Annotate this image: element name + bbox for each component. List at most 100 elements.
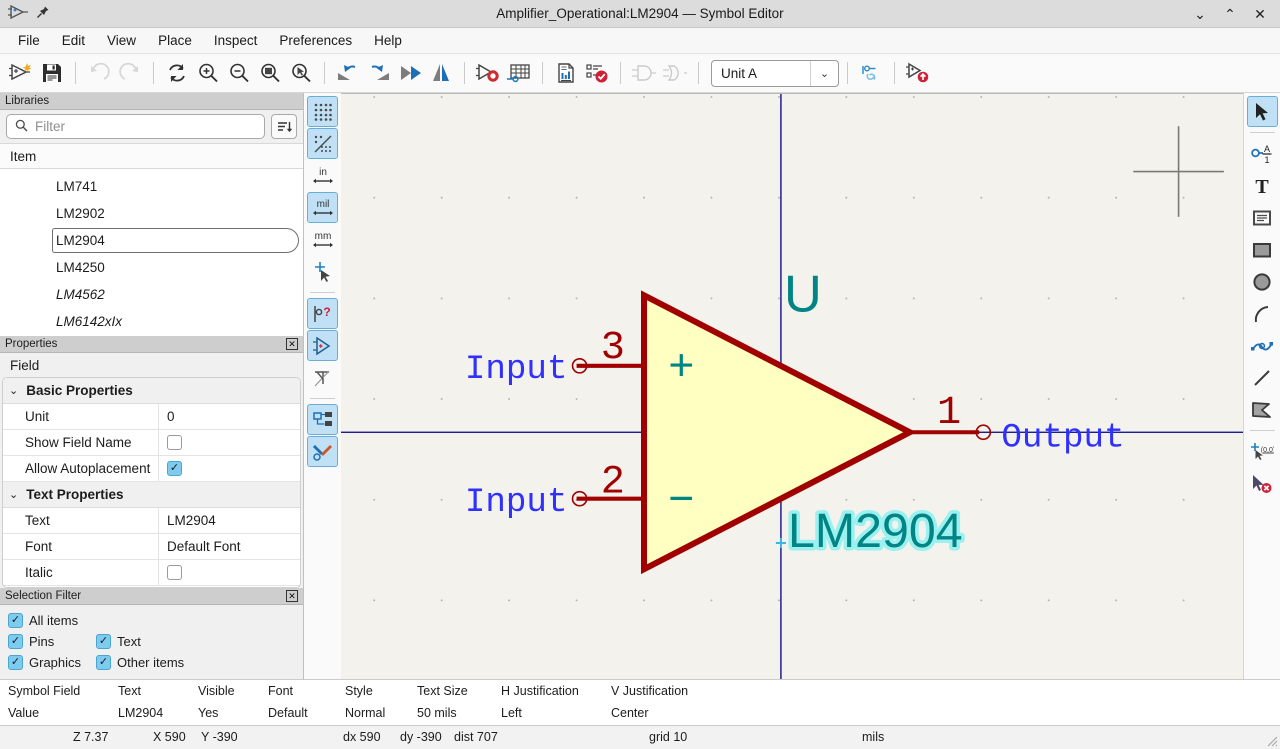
save-button[interactable] bbox=[37, 58, 67, 88]
check-symbol-button[interactable] bbox=[582, 58, 612, 88]
show-field-name-checkbox[interactable] bbox=[167, 435, 182, 450]
property-row-unit[interactable]: Unit 0 bbox=[3, 404, 300, 430]
grid-overrides-button[interactable] bbox=[307, 128, 338, 159]
unit-select[interactable]: Unit A ⌄ bbox=[711, 59, 839, 87]
menu-inspect[interactable]: Inspect bbox=[204, 30, 268, 51]
demorgan-alternate-button[interactable] bbox=[660, 58, 690, 88]
menu-preferences[interactable]: Preferences bbox=[269, 30, 362, 51]
full-crosshair-icon[interactable] bbox=[307, 256, 338, 287]
mirror-horizontal-button[interactable] bbox=[395, 58, 425, 88]
add-polygon-tool-button[interactable] bbox=[1247, 394, 1278, 425]
add-circle-tool-button[interactable] bbox=[1247, 266, 1278, 297]
menu-help[interactable]: Help bbox=[364, 30, 412, 51]
show-symbol-tree-button[interactable] bbox=[307, 330, 338, 361]
menu-place[interactable]: Place bbox=[148, 30, 202, 51]
zoom-out-button[interactable] bbox=[224, 58, 254, 88]
all-items-checkbox[interactable] bbox=[8, 613, 23, 628]
library-filter-input[interactable]: Filter bbox=[6, 114, 265, 139]
properties-group-basic[interactable]: ⌄ Basic Properties bbox=[3, 378, 300, 404]
rotate-ccw-button[interactable] bbox=[333, 58, 363, 88]
menu-view[interactable]: View bbox=[97, 30, 146, 51]
add-pin-tool-button[interactable]: A 1 bbox=[1247, 138, 1278, 169]
add-arc-tool-button[interactable] bbox=[1247, 298, 1278, 329]
symbol-canvas[interactable]: 3 Input + 2 Input − 1 Output U LM2904 LM… bbox=[341, 93, 1243, 679]
property-row-text[interactable]: Text LM2904 bbox=[3, 508, 300, 534]
library-item-lm741[interactable]: LM741 bbox=[0, 173, 303, 200]
pin-icon[interactable] bbox=[36, 5, 50, 22]
add-text-tool-button[interactable]: T bbox=[1247, 170, 1278, 201]
other-items-checkbox[interactable] bbox=[96, 655, 111, 670]
property-row-show-field-name[interactable]: Show Field Name bbox=[3, 430, 300, 456]
units-millimeters-button[interactable]: mm bbox=[307, 224, 338, 255]
library-item-lm2904[interactable]: LM2904 bbox=[0, 227, 303, 254]
pins-checkbox[interactable] bbox=[8, 634, 23, 649]
select-tool-button[interactable] bbox=[1246, 96, 1278, 127]
add-rectangle-tool-button[interactable] bbox=[1247, 234, 1278, 265]
allow-autoplacement-checkbox[interactable] bbox=[167, 461, 182, 476]
property-row-font[interactable]: Font Default Font bbox=[3, 534, 300, 560]
delete-tool-button[interactable] bbox=[1247, 468, 1278, 499]
property-value[interactable]: LM2904 bbox=[158, 508, 300, 533]
property-value[interactable]: Default Font bbox=[158, 534, 300, 559]
redo-button[interactable] bbox=[115, 58, 145, 88]
property-value[interactable] bbox=[158, 456, 300, 481]
close-icon[interactable]: ✕ bbox=[286, 590, 298, 602]
refresh-button[interactable] bbox=[162, 58, 192, 88]
filter-text[interactable]: Text bbox=[96, 634, 141, 649]
show-pin-electrical-types-button[interactable]: ? bbox=[307, 298, 338, 329]
add-textbox-tool-button[interactable] bbox=[1247, 202, 1278, 233]
property-value[interactable] bbox=[158, 560, 300, 585]
text-checkbox[interactable] bbox=[96, 634, 111, 649]
symbol-properties-button[interactable] bbox=[473, 58, 503, 88]
filter-graphics[interactable]: Graphics bbox=[8, 655, 96, 670]
property-value[interactable] bbox=[158, 430, 300, 455]
graphics-checkbox[interactable] bbox=[8, 655, 23, 670]
maximize-button[interactable]: ⌃ bbox=[1222, 6, 1238, 22]
pin-table-button[interactable] bbox=[504, 58, 534, 88]
rotate-cw-button[interactable] bbox=[364, 58, 394, 88]
filter-pins[interactable]: Pins bbox=[8, 634, 96, 649]
library-item-lm4562[interactable]: LM4562 bbox=[0, 281, 303, 308]
add-line-tool-button[interactable] bbox=[1247, 362, 1278, 393]
zoom-selection-button[interactable] bbox=[286, 58, 316, 88]
italic-checkbox[interactable] bbox=[167, 565, 182, 580]
filter-other-items[interactable]: Other items bbox=[96, 655, 184, 670]
zoom-in-button[interactable] bbox=[193, 58, 223, 88]
minimize-button[interactable]: ⌄ bbox=[1192, 6, 1208, 22]
show-libraries-panel-button[interactable] bbox=[307, 404, 338, 435]
properties-grid[interactable]: ⌄ Basic Properties Unit 0 Show Field Nam… bbox=[2, 377, 301, 588]
property-row-italic[interactable]: Italic bbox=[3, 560, 300, 586]
close-button[interactable]: ✕ bbox=[1252, 6, 1268, 22]
toolbar-separator bbox=[153, 62, 154, 84]
undo-button[interactable] bbox=[84, 58, 114, 88]
zoom-fit-button[interactable] bbox=[255, 58, 285, 88]
units-inches-button[interactable]: in bbox=[307, 160, 338, 191]
toggle-grid-button[interactable] bbox=[307, 96, 338, 127]
add-bezier-tool-button[interactable] bbox=[1247, 330, 1278, 361]
sort-icon[interactable] bbox=[271, 114, 297, 139]
datasheet-button[interactable] bbox=[551, 58, 581, 88]
properties-group-text[interactable]: ⌄ Text Properties bbox=[3, 482, 300, 508]
svg-text:mil: mil bbox=[316, 199, 329, 210]
demorgan-standard-button[interactable] bbox=[629, 58, 659, 88]
close-icon[interactable]: ✕ bbox=[286, 338, 298, 350]
set-anchor-tool-button[interactable]: (0,0) bbox=[1247, 436, 1278, 467]
symbol-canvas-drawing[interactable]: 3 Input + 2 Input − 1 Output U LM2904 LM… bbox=[341, 94, 1243, 679]
menu-file[interactable]: File bbox=[8, 30, 50, 51]
new-symbol-button[interactable] bbox=[6, 58, 36, 88]
property-row-allow-autoplacement[interactable]: Allow Autoplacement bbox=[3, 456, 300, 482]
show-properties-panel-button[interactable] bbox=[307, 436, 338, 467]
resize-grip[interactable] bbox=[1264, 733, 1278, 747]
library-tree[interactable]: LM741 LM2902 LM2904 LM4250 LM4562 LM6142… bbox=[0, 169, 303, 336]
library-item-lm4250[interactable]: LM4250 bbox=[0, 254, 303, 281]
mirror-vertical-button[interactable] bbox=[426, 58, 456, 88]
menu-edit[interactable]: Edit bbox=[52, 30, 95, 51]
property-value[interactable]: 0 bbox=[158, 404, 300, 429]
filter-all-items[interactable]: All items bbox=[8, 613, 78, 628]
export-symbol-button[interactable] bbox=[903, 58, 933, 88]
library-item-lm2902[interactable]: LM2902 bbox=[0, 200, 303, 227]
show-hidden-pins-button[interactable] bbox=[307, 362, 338, 393]
units-mils-button[interactable]: mil bbox=[307, 192, 338, 223]
library-item-lm6142xix[interactable]: LM6142xIx bbox=[0, 308, 303, 335]
sync-pins-button[interactable] bbox=[856, 58, 886, 88]
